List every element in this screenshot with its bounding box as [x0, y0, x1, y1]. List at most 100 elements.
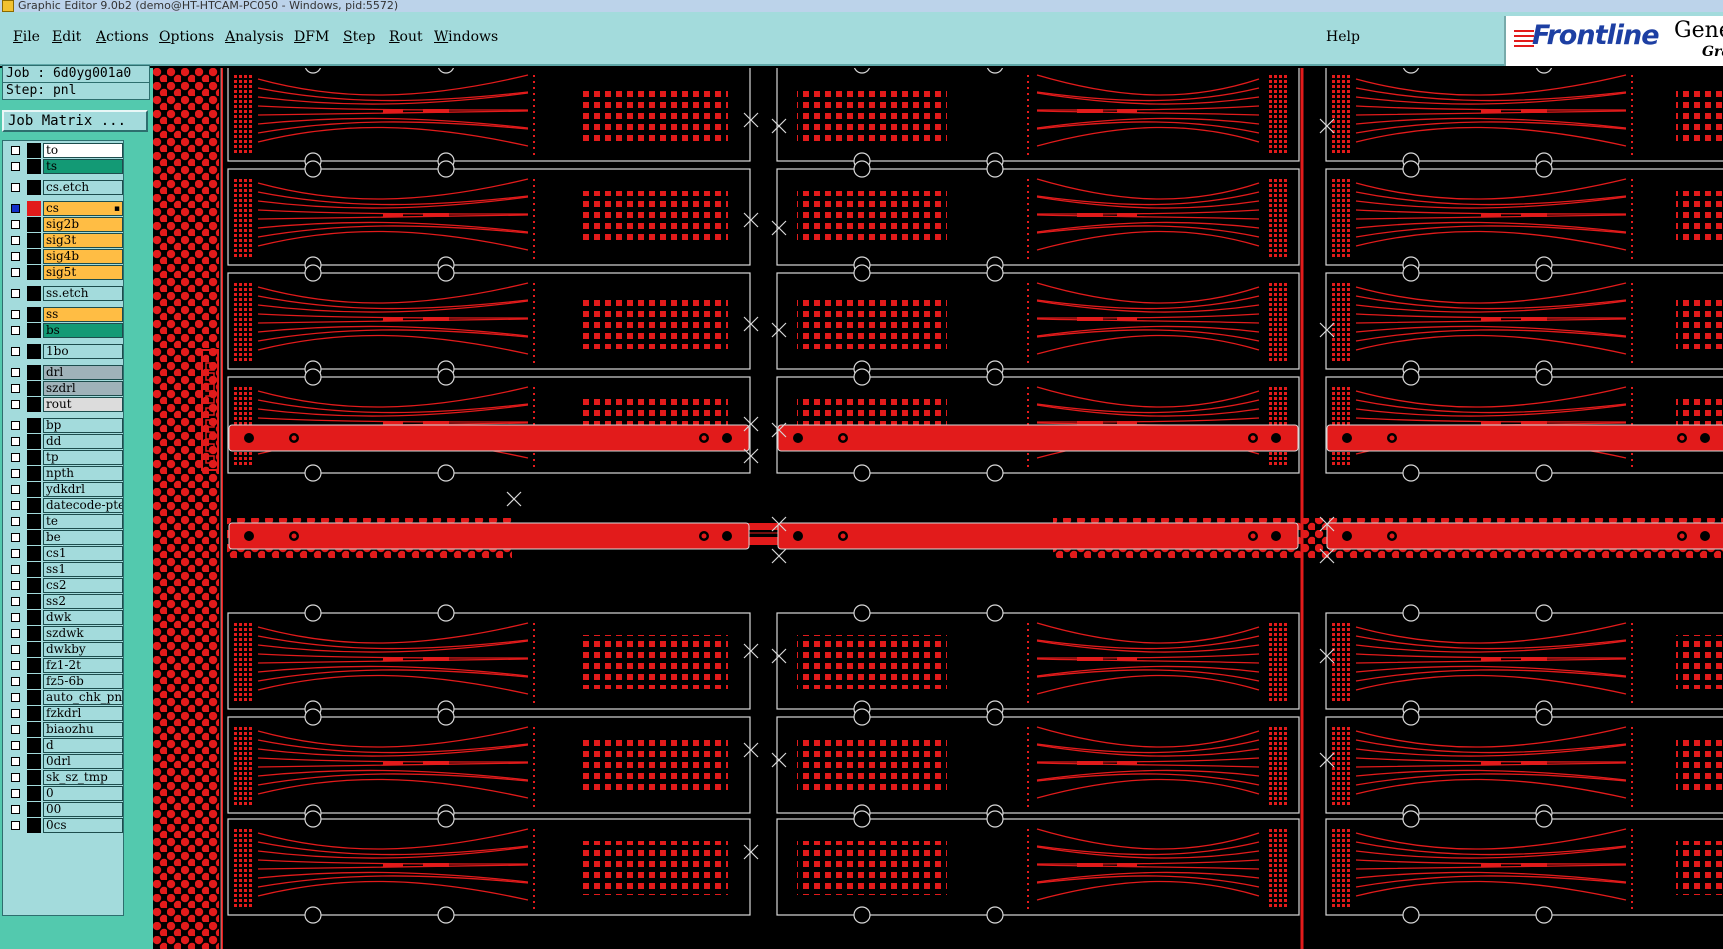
layer-row-ss2[interactable]: ss2	[5, 594, 123, 609]
layer-color-chip[interactable]	[27, 217, 41, 232]
layer-row-dwkby[interactable]: dwkby	[5, 642, 123, 657]
layer-name[interactable]: biaozhu	[43, 722, 123, 737]
layer-name[interactable]: fz5-6b	[43, 674, 123, 689]
layer-name[interactable]: ss	[43, 307, 123, 322]
layer-name[interactable]: 0	[43, 786, 123, 801]
layer-row-drl[interactable]: drl	[5, 365, 123, 380]
layer-checkbox[interactable]	[11, 384, 20, 393]
layer-color-chip[interactable]	[27, 642, 41, 657]
layer-checkbox[interactable]	[11, 501, 20, 510]
layer-color-chip[interactable]	[27, 249, 41, 264]
layer-checkbox[interactable]	[11, 693, 20, 702]
layer-row-00[interactable]: 00	[5, 802, 123, 817]
layer-checkbox[interactable]	[11, 517, 20, 526]
layer-row-to[interactable]: to	[5, 143, 123, 158]
layer-row-cs1[interactable]: cs1	[5, 546, 123, 561]
layer-checkbox[interactable]	[11, 469, 20, 478]
layer-row-cs.etch[interactable]: cs.etch	[5, 180, 123, 195]
layer-color-chip[interactable]	[27, 381, 41, 396]
layer-checkbox[interactable]	[11, 453, 20, 462]
layer-checkbox[interactable]	[11, 741, 20, 750]
layer-row-biaozhu[interactable]: biaozhu	[5, 722, 123, 737]
layer-row-0drl[interactable]: 0drl	[5, 754, 123, 769]
layer-color-chip[interactable]	[27, 594, 41, 609]
layer-name[interactable]: 1bo	[43, 344, 123, 359]
layer-row-sig3t[interactable]: sig3t	[5, 233, 123, 248]
layer-checkbox[interactable]	[11, 421, 20, 430]
layer-color-chip[interactable]	[27, 610, 41, 625]
layer-color-chip[interactable]	[27, 201, 41, 216]
layer-color-chip[interactable]	[27, 722, 41, 737]
layer-name[interactable]: sk_sz_tmp	[43, 770, 123, 785]
menu-rout[interactable]: Rout	[389, 29, 423, 45]
layer-checkbox[interactable]	[11, 725, 20, 734]
layer-checkbox[interactable]	[11, 485, 20, 494]
layer-name[interactable]: fzkdrl	[43, 706, 123, 721]
layer-name[interactable]: ss1	[43, 562, 123, 577]
layer-name[interactable]: tp	[43, 450, 123, 465]
layer-row-1bo[interactable]: 1bo	[5, 344, 123, 359]
layer-name[interactable]: ss2	[43, 594, 123, 609]
layer-row-ss.etch[interactable]: ss.etch	[5, 286, 123, 301]
layer-row-bs[interactable]: bs	[5, 323, 123, 338]
layer-row-tp[interactable]: tp	[5, 450, 123, 465]
layer-name[interactable]: sig5t	[43, 265, 123, 280]
layer-name[interactable]: cs.etch	[43, 180, 123, 195]
layer-checkbox[interactable]	[11, 268, 20, 277]
layer-color-chip[interactable]	[27, 658, 41, 673]
layer-name[interactable]: npth	[43, 466, 123, 481]
layer-color-chip[interactable]	[27, 233, 41, 248]
layer-row-auto_chk_pnl[interactable]: auto_chk_pnl	[5, 690, 123, 705]
layer-color-chip[interactable]	[27, 159, 41, 174]
layer-checkbox[interactable]	[11, 565, 20, 574]
layer-color-chip[interactable]	[27, 706, 41, 721]
layer-name[interactable]: 00	[43, 802, 123, 817]
layer-color-chip[interactable]	[27, 818, 41, 833]
layer-checkbox[interactable]	[11, 220, 20, 229]
layer-name[interactable]: cs ▪	[43, 201, 123, 216]
layer-row-rout[interactable]: rout	[5, 397, 123, 412]
layer-color-chip[interactable]	[27, 786, 41, 801]
layer-row-ss[interactable]: ss	[5, 307, 123, 322]
layer-row-datecode-pte[interactable]: datecode-pte	[5, 498, 123, 513]
layer-checkbox[interactable]	[11, 677, 20, 686]
menu-windows[interactable]: Windows	[434, 29, 498, 45]
layer-row-ss1[interactable]: ss1	[5, 562, 123, 577]
layer-name[interactable]: auto_chk_pnl	[43, 690, 123, 705]
layer-checkbox[interactable]	[11, 821, 20, 830]
layer-name[interactable]: drl	[43, 365, 123, 380]
layer-color-chip[interactable]	[27, 690, 41, 705]
layer-color-chip[interactable]	[27, 434, 41, 449]
layer-name[interactable]: szdwk	[43, 626, 123, 641]
menu-dfm[interactable]: DFM	[294, 29, 329, 45]
layer-row-dwk[interactable]: dwk	[5, 610, 123, 625]
layer-checkbox[interactable]	[11, 789, 20, 798]
layer-checkbox[interactable]	[11, 629, 20, 638]
menu-analysis[interactable]: Analysis	[225, 29, 284, 45]
layer-name[interactable]: te	[43, 514, 123, 529]
layer-name[interactable]: ss.etch	[43, 286, 123, 301]
layer-row-npth[interactable]: npth	[5, 466, 123, 481]
menu-help[interactable]: Help	[1326, 29, 1360, 45]
layer-color-chip[interactable]	[27, 674, 41, 689]
layer-color-chip[interactable]	[27, 482, 41, 497]
layer-color-chip[interactable]	[27, 143, 41, 158]
layer-checkbox[interactable]	[11, 757, 20, 766]
layer-color-chip[interactable]	[27, 578, 41, 593]
menu-actions[interactable]: Actions	[96, 29, 149, 45]
menu-options[interactable]: Options	[159, 29, 214, 45]
layer-row-szdrl[interactable]: szdrl	[5, 381, 123, 396]
layer-color-chip[interactable]	[27, 562, 41, 577]
layer-color-chip[interactable]	[27, 770, 41, 785]
layer-checkbox[interactable]	[11, 310, 20, 319]
layer-name[interactable]: sig2b	[43, 217, 123, 232]
layer-color-chip[interactable]	[27, 307, 41, 322]
layer-name[interactable]: szdrl	[43, 381, 123, 396]
layer-checkbox[interactable]	[11, 326, 20, 335]
layer-row-sig2b[interactable]: sig2b	[5, 217, 123, 232]
graphic-canvas[interactable]	[153, 68, 1723, 949]
layer-checkbox[interactable]	[11, 146, 20, 155]
layer-name[interactable]: dwk	[43, 610, 123, 625]
layer-checkbox[interactable]	[11, 289, 20, 298]
layer-color-chip[interactable]	[27, 450, 41, 465]
